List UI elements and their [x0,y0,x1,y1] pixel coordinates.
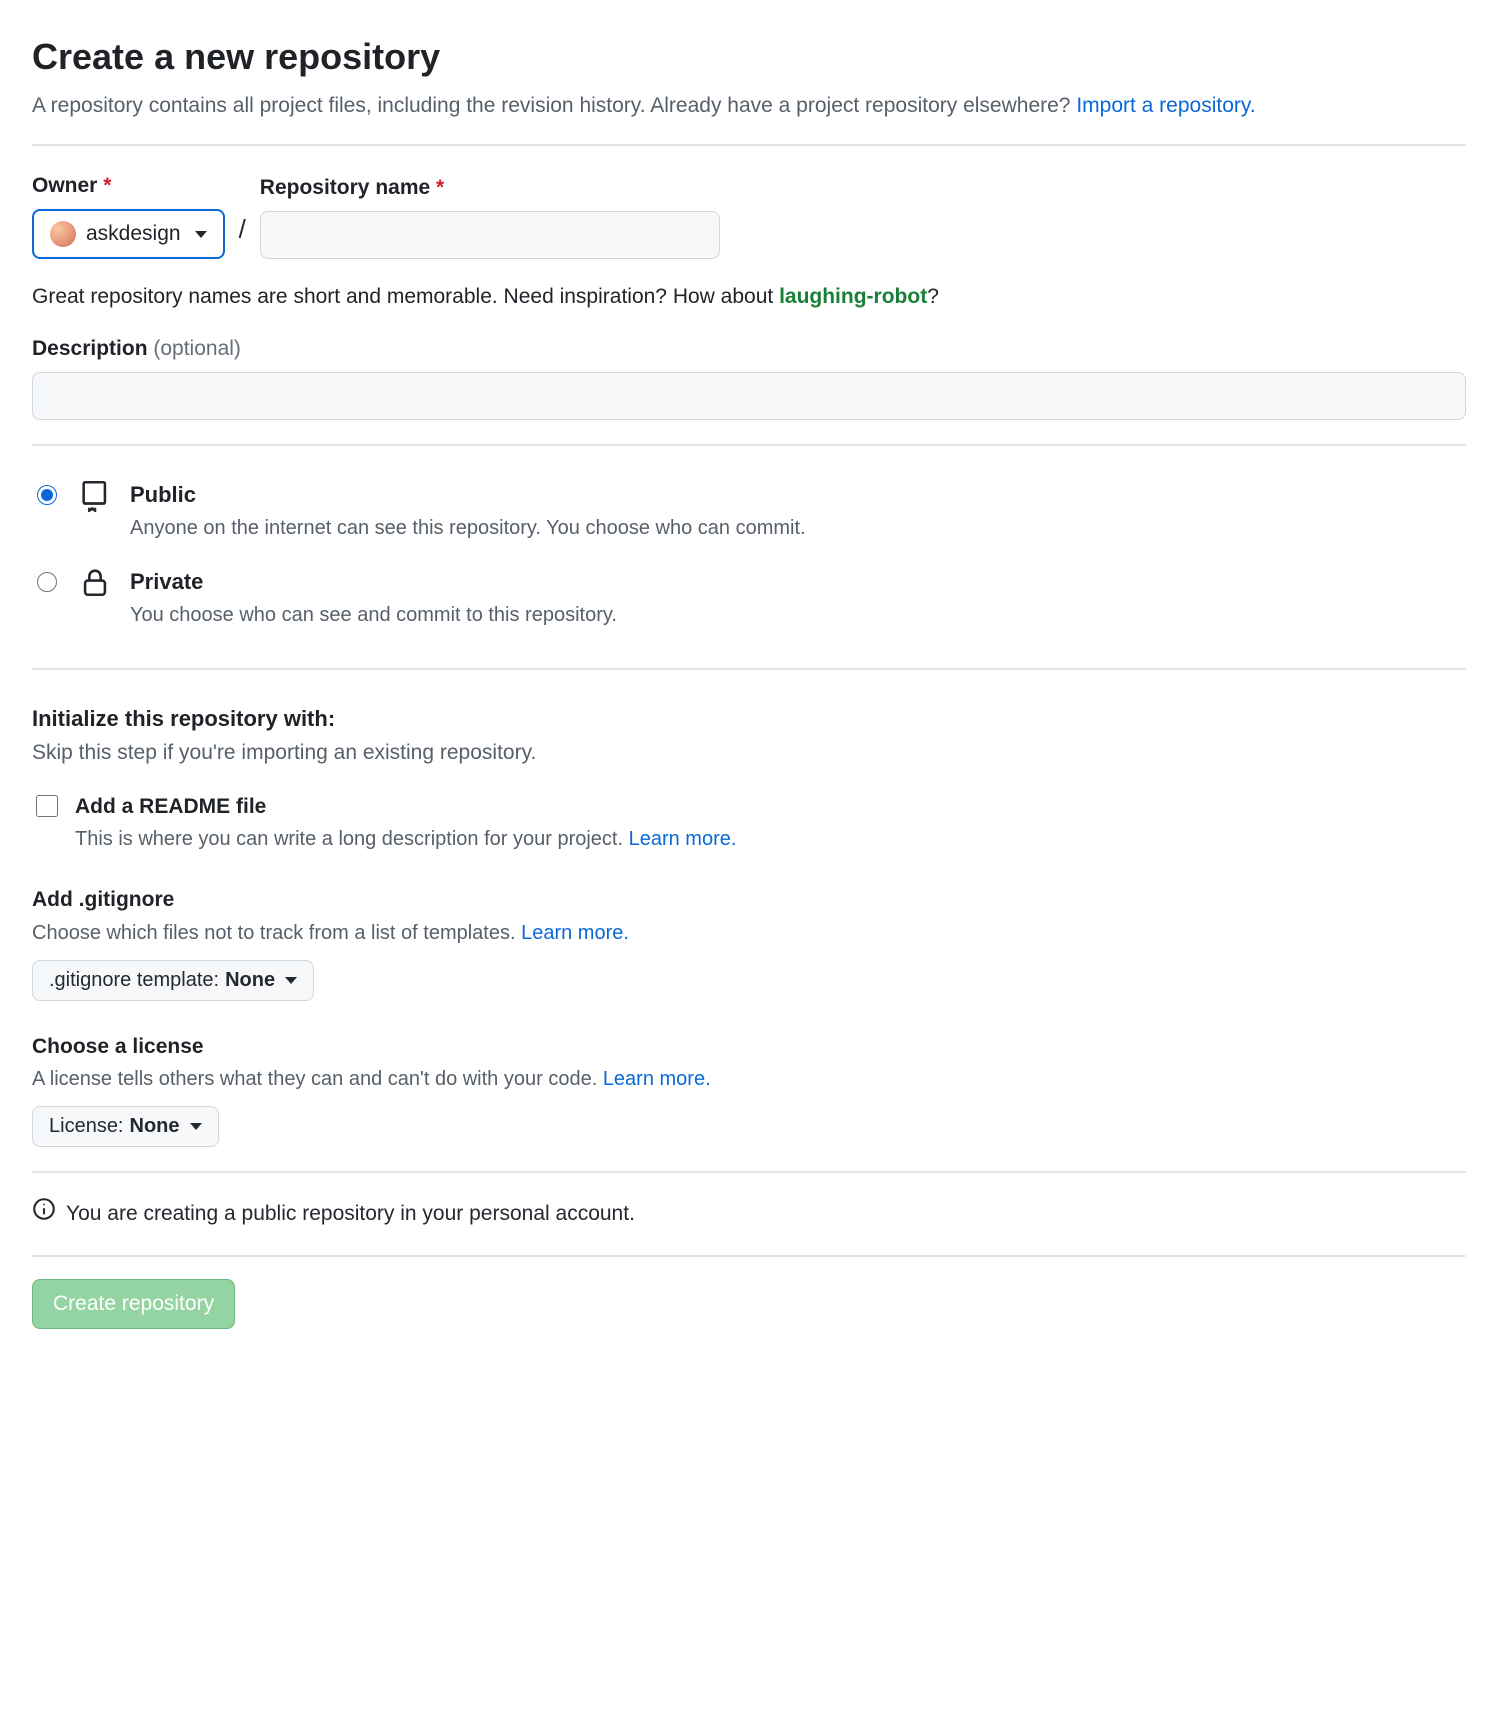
license-title: Choose a license [32,1031,1466,1063]
private-title: Private [130,565,617,598]
repo-icon [78,478,112,521]
chevron-down-icon [190,1123,202,1130]
repo-name-label-text: Repository name [260,176,430,199]
owner-label-text: Owner [32,174,97,197]
subtitle-text: A repository contains all project files,… [32,94,1076,117]
page-title: Create a new repository [32,30,1466,84]
license-select[interactable]: License: None [32,1106,219,1147]
visibility-public-option[interactable]: Public Anyone on the internet can see th… [32,470,1466,557]
owner-field: Owner * askdesign [32,170,225,260]
gitignore-learn-more-link[interactable]: Learn more. [521,922,629,944]
chevron-down-icon [285,977,297,984]
license-select-value: None [130,1115,180,1138]
public-desc: Anyone on the internet can see this repo… [130,513,806,543]
owner-name-section: Owner * askdesign / Repository name * Gr… [32,146,1466,445]
description-label-text: Description [32,337,148,360]
visibility-section: Public Anyone on the internet can see th… [32,446,1466,668]
visibility-private-radio[interactable] [37,572,57,592]
avatar [50,221,76,247]
path-separator: / [239,210,246,259]
required-star: * [436,176,444,199]
repo-name-suggestion[interactable]: laughing-robot [779,285,927,308]
required-star: * [103,174,111,197]
info-icon [32,1197,56,1231]
license-section: Choose a license A license tells others … [32,1031,1466,1148]
repo-name-hint: Great repository names are short and mem… [32,281,1466,313]
gitignore-desc-text: Choose which files not to track from a l… [32,922,521,944]
owner-value: askdesign [86,222,181,246]
private-desc: You choose who can see and commit to thi… [130,600,617,630]
license-select-prefix: License: [49,1115,124,1138]
gitignore-section: Add .gitignore Choose which files not to… [32,884,1466,1001]
license-desc-text: A license tells others what they can and… [32,1068,603,1090]
gitignore-template-select[interactable]: .gitignore template: None [32,960,314,1001]
import-repository-link[interactable]: Import a repository. [1076,94,1255,117]
repo-name-input[interactable] [260,211,720,259]
owner-label: Owner * [32,170,225,202]
hint-suffix: ? [927,285,939,308]
optional-tag: (optional) [153,337,241,360]
info-notice-text: You are creating a public repository in … [66,1198,635,1230]
hint-prefix: Great repository names are short and mem… [32,285,779,308]
divider [32,1255,1466,1257]
license-learn-more-link[interactable]: Learn more. [603,1068,711,1090]
initialize-sub: Skip this step if you're importing an ex… [32,737,1466,769]
add-readme-checkbox[interactable] [36,795,58,817]
add-readme-title: Add a README file [75,791,736,823]
create-repository-button[interactable]: Create repository [32,1279,235,1329]
gitignore-desc: Choose which files not to track from a l… [32,918,1466,948]
gitignore-title: Add .gitignore [32,884,1466,916]
lock-icon [78,565,112,608]
add-readme-option[interactable]: Add a README file This is where you can … [32,791,1466,855]
info-notice-row: You are creating a public repository in … [32,1173,1466,1255]
description-label: Description (optional) [32,337,241,360]
visibility-public-radio[interactable] [37,485,57,505]
visibility-private-option[interactable]: Private You choose who can see and commi… [32,557,1466,644]
license-desc: A license tells others what they can and… [32,1064,1466,1094]
initialize-section: Initialize this repository with: Skip th… [32,670,1466,1171]
chevron-down-icon [195,231,207,238]
gitignore-select-prefix: .gitignore template: [49,969,219,992]
repo-name-label: Repository name * [260,172,720,204]
owner-select-button[interactable]: askdesign [32,209,225,259]
readme-desc-text: This is where you can write a long descr… [75,828,629,850]
description-input[interactable] [32,372,1466,420]
repo-name-field: Repository name * [260,172,720,260]
readme-learn-more-link[interactable]: Learn more. [629,828,737,850]
initialize-heading: Initialize this repository with: [32,702,1466,735]
add-readme-desc: This is where you can write a long descr… [75,824,736,854]
public-title: Public [130,478,806,511]
page-subtitle: A repository contains all project files,… [32,90,1466,122]
gitignore-select-value: None [225,969,275,992]
